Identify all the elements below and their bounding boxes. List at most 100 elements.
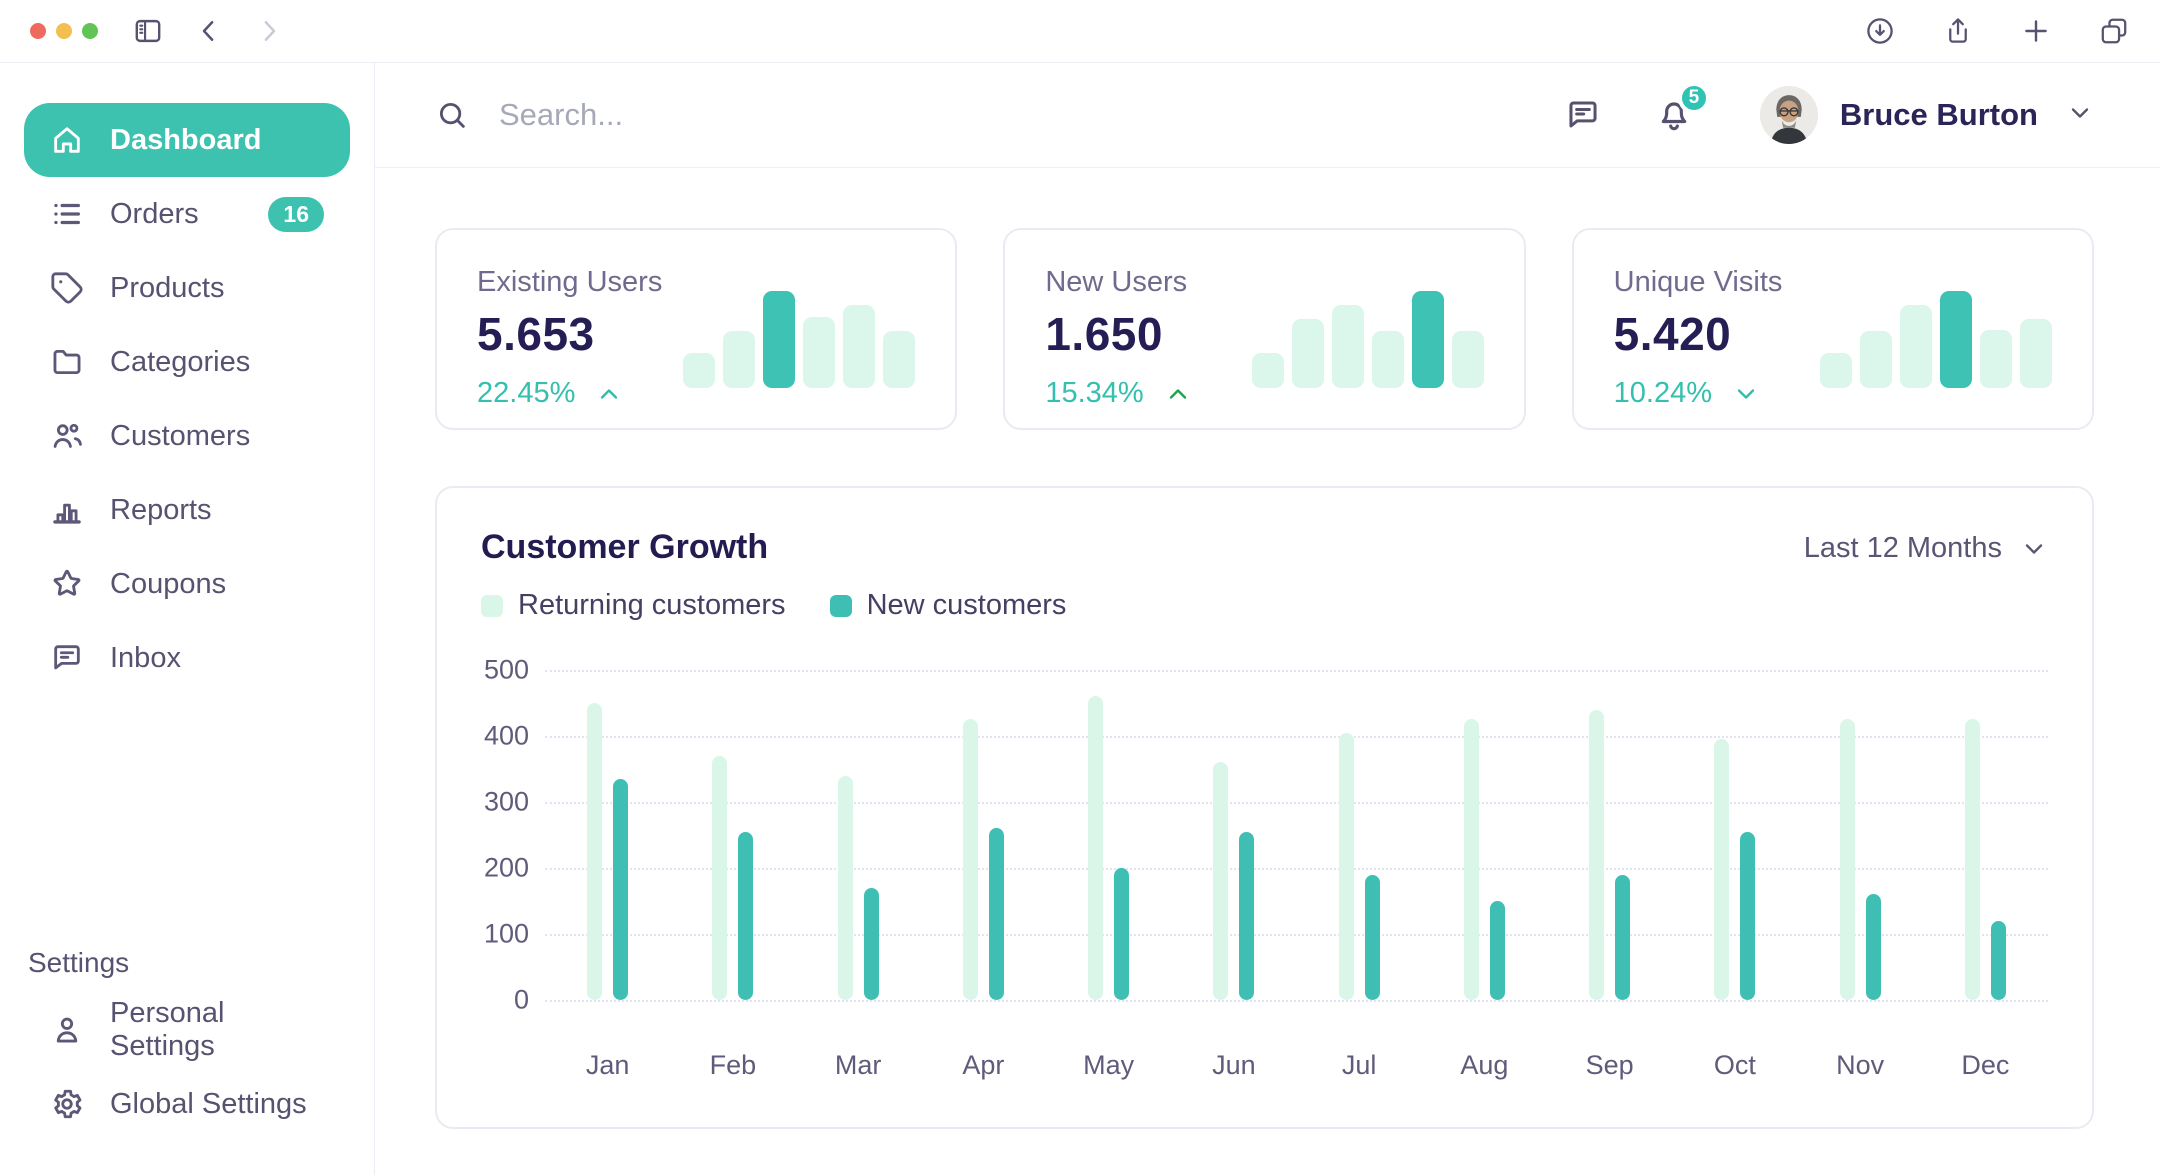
mini-bar [1372,331,1404,388]
mini-bar [1980,330,2012,388]
mini-bar [723,331,755,388]
bar-groups [545,670,2048,1000]
minimize-button[interactable] [56,23,72,39]
chevron-down-icon [2020,535,2048,563]
stat-card-change-percent: 10.24% [1614,377,1712,410]
mini-bar [2020,319,2052,388]
sidebar-item-dashboard[interactable]: Dashboard [24,103,350,177]
sidebar-item-label: Coupons [110,568,226,601]
x-axis-label: Aug [1422,1050,1547,1081]
messages-button[interactable] [1564,96,1602,134]
stat-card-existing-users: Existing Users5.65322.45% [435,228,957,430]
trend-up-icon [1164,380,1192,408]
x-axis-label: Sep [1547,1050,1672,1081]
bar-group-jan [545,670,670,1000]
legend-label: New customers [867,589,1067,622]
mini-bar-chart [1252,288,1484,388]
person-icon [50,1013,84,1047]
sidebar-item-orders[interactable]: Orders16 [24,177,350,251]
stat-card-change-percent: 22.45% [477,377,575,410]
sidebar-settings-nav: Personal Settings Global Settings [24,993,350,1141]
sidebar-item-global-settings[interactable]: Global Settings [24,1067,350,1141]
sidebar-item-customers[interactable]: Customers [24,399,350,473]
back-button[interactable] [194,16,224,46]
bar-new-customers-sep [1615,875,1630,1000]
legend-item-new-customers: New customers [830,589,1067,622]
legend-item-returning-customers: Returning customers [481,589,786,622]
sidebar-toggle-button[interactable] [132,15,164,47]
sidebar-item-label: Dashboard [110,124,261,157]
forward-button[interactable] [254,16,284,46]
bar-returning-customers-oct [1714,739,1729,1000]
mini-bar [1332,305,1364,388]
notifications-button[interactable]: 5 [1654,95,1694,135]
plus-button[interactable] [2020,15,2052,47]
bar-group-feb [670,670,795,1000]
bar-new-customers-jun [1239,832,1254,1000]
bar-returning-customers-jul [1339,733,1354,1000]
share-button[interactable] [1942,15,1974,47]
mini-bar [1292,319,1324,388]
customer-growth-card: Customer Growth Returning customers New c… [435,486,2094,1129]
y-axis-tick: 300 [484,787,529,818]
bar-new-customers-mar [864,888,879,1000]
download-button[interactable] [1864,15,1896,47]
search-bar [435,97,1564,133]
bar-returning-customers-jan [587,703,602,1000]
folder-icon [50,345,84,379]
search-input[interactable] [499,97,1099,133]
sidebar-item-personal-settings[interactable]: Personal Settings [24,993,350,1067]
user-avatar[interactable] [1760,86,1818,144]
bar-group-mar [796,670,921,1000]
legend-label: Returning customers [518,589,786,622]
sidebar-item-categories[interactable]: Categories [24,325,350,399]
mini-bar [803,317,835,388]
mini-bar [1860,331,1892,388]
bar-new-customers-feb [738,832,753,1000]
range-selector[interactable]: Last 12 Months [1804,532,2048,565]
top-header: 5 Bruce Bur [375,63,2160,168]
bar-returning-customers-feb [712,756,727,1000]
orders-count-badge: 16 [268,197,324,232]
bar-returning-customers-jun [1213,762,1228,1000]
mini-bar-chart [1820,288,2052,388]
bar-group-jun [1171,670,1296,1000]
bar-new-customers-oct [1740,832,1755,1000]
y-axis-tick: 200 [484,853,529,884]
sidebar-item-products[interactable]: Products [24,251,350,325]
list-icon [50,197,84,231]
chart-x-axis: JanFebMarAprMayJunJulAugSepOctNovDec [545,1050,2048,1081]
bar-new-customers-jul [1365,875,1380,1000]
home-icon [50,123,84,157]
tabs-button[interactable] [2098,15,2130,47]
trend-up-icon [595,380,623,408]
bar-group-dec [1923,670,2048,1000]
mini-bar [1820,353,1852,388]
user-name[interactable]: Bruce Burton [1840,97,2038,133]
search-icon [435,98,469,132]
mini-bar-chart [683,288,915,388]
sidebar-item-coupons[interactable]: Coupons [24,547,350,621]
mini-bar [683,353,715,388]
x-axis-label: Apr [921,1050,1046,1081]
mini-bar [1940,291,1972,388]
bar-group-aug [1422,670,1547,1000]
bar-returning-customers-apr [963,719,978,1000]
sidebar-item-reports[interactable]: Reports [24,473,350,547]
mini-bar [843,305,875,388]
x-axis-label: Nov [1798,1050,1923,1081]
chart-title: Customer Growth [481,528,1066,567]
close-button[interactable] [30,23,46,39]
legend-color-chip [481,595,503,617]
x-axis-label: Jan [545,1050,670,1081]
user-menu-chevron-down-icon[interactable] [2066,99,2094,132]
sidebar-item-label: Products [110,272,224,305]
browser-chrome-bar [0,0,2160,63]
zoom-button[interactable] [82,23,98,39]
sidebar-item-label: Global Settings [110,1088,307,1121]
sidebar-item-inbox[interactable]: Inbox [24,621,350,695]
sidebar-item-label: Customers [110,420,250,453]
x-axis-label: Jun [1171,1050,1296,1081]
sidebar-item-label: Inbox [110,642,181,675]
sidebar-item-label: Reports [110,494,212,527]
